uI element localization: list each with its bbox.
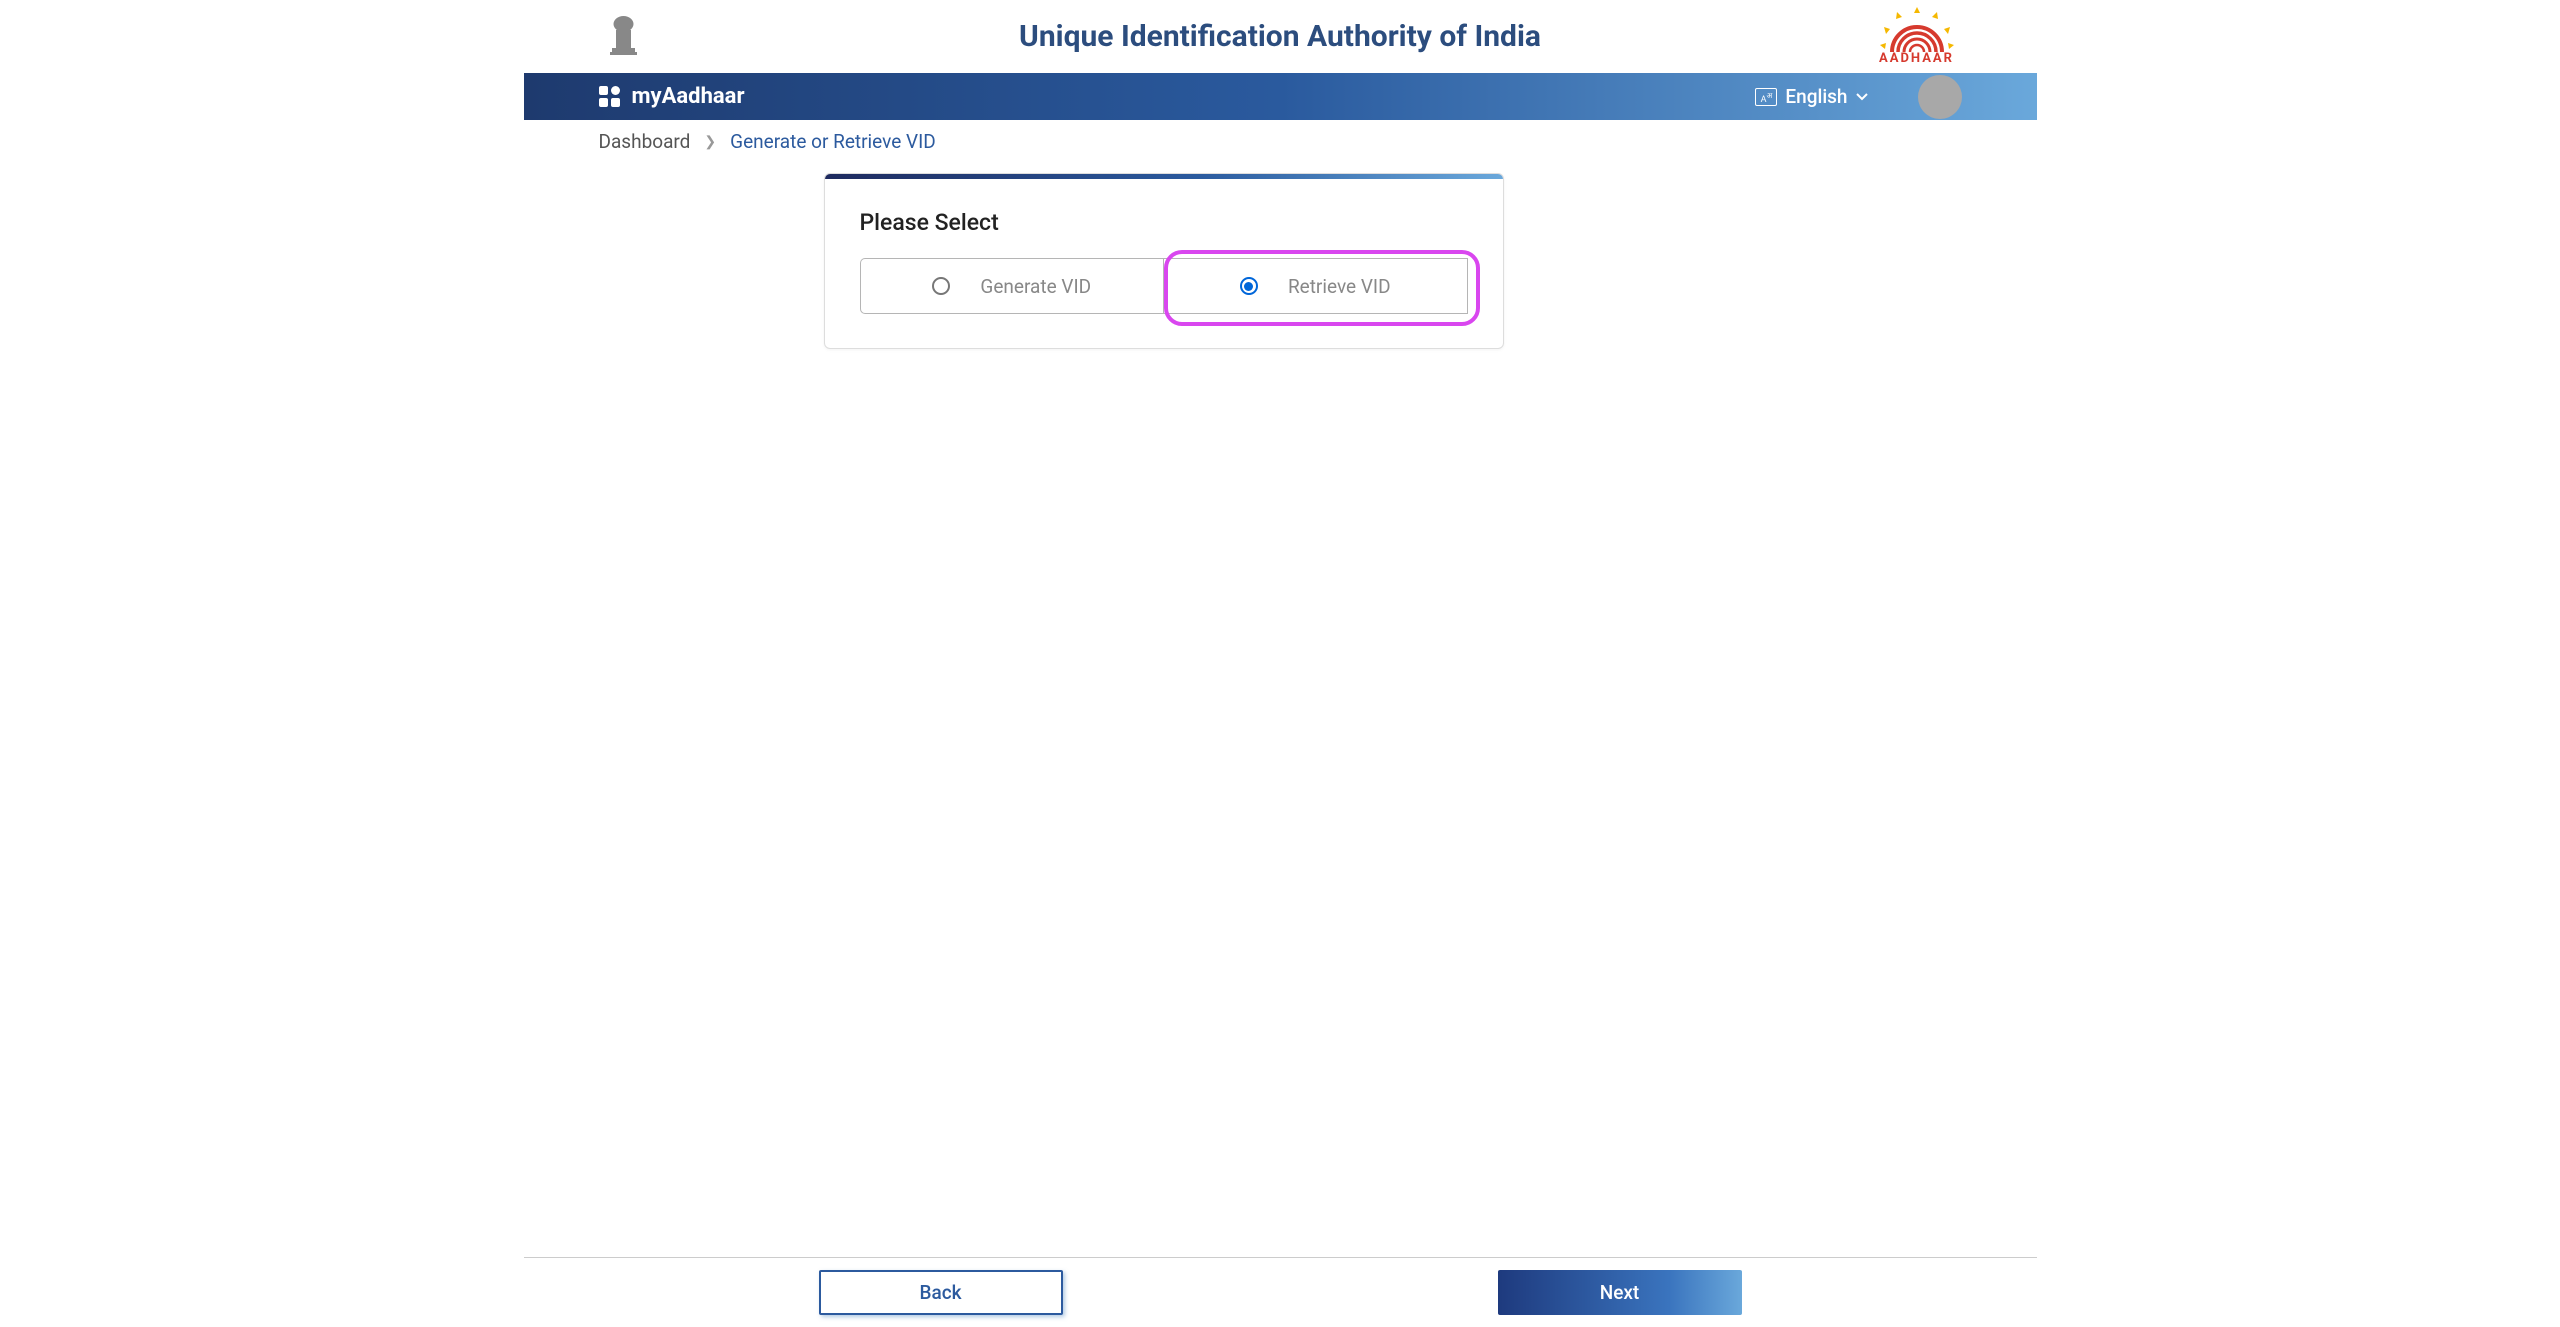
breadcrumb: Dashboard ❯ Generate or Retrieve VID: [524, 120, 2037, 163]
app-name: myAadhaar: [632, 84, 745, 109]
aadhaar-sun-icon: [1872, 7, 1962, 55]
app-grid-icon: [599, 86, 620, 107]
radio-icon-selected: [1240, 277, 1258, 295]
translate-icon: Aअ: [1755, 88, 1777, 106]
radio-icon: [932, 277, 950, 295]
back-button[interactable]: Back: [819, 1270, 1063, 1315]
nav-brand[interactable]: myAadhaar: [599, 84, 745, 109]
selection-card: Please Select Generate VID Retrieve VID: [824, 173, 1504, 349]
radio-generate-vid[interactable]: Generate VID: [860, 258, 1164, 314]
language-label: English: [1785, 85, 1847, 108]
top-header: Unique Identification Authority of India…: [524, 0, 2037, 73]
page-title: Unique Identification Authority of India: [1019, 19, 1541, 54]
chevron-down-icon: [1856, 93, 1868, 101]
chevron-right-icon: ❯: [704, 134, 716, 150]
aadhaar-logo: AADHAAR: [1872, 7, 1962, 67]
breadcrumb-current[interactable]: Generate or Retrieve VID: [730, 130, 936, 153]
radio-group: Generate VID Retrieve VID: [860, 258, 1468, 314]
next-button[interactable]: Next: [1498, 1270, 1742, 1315]
language-selector[interactable]: Aअ English: [1755, 85, 1867, 108]
india-emblem: [599, 7, 649, 67]
nav-bar: myAadhaar Aअ English: [524, 73, 2037, 120]
radio-label-generate: Generate VID: [980, 275, 1091, 298]
footer-actions: Back Next: [524, 1257, 2037, 1327]
breadcrumb-dashboard[interactable]: Dashboard: [599, 130, 691, 153]
card-title: Please Select: [860, 209, 1468, 236]
radio-retrieve-vid[interactable]: Retrieve VID: [1163, 258, 1468, 314]
aadhaar-logo-text: AADHAAR: [1879, 51, 1954, 66]
emblem-icon: [606, 14, 641, 59]
radio-label-retrieve: Retrieve VID: [1288, 275, 1391, 298]
avatar[interactable]: [1918, 75, 1962, 119]
